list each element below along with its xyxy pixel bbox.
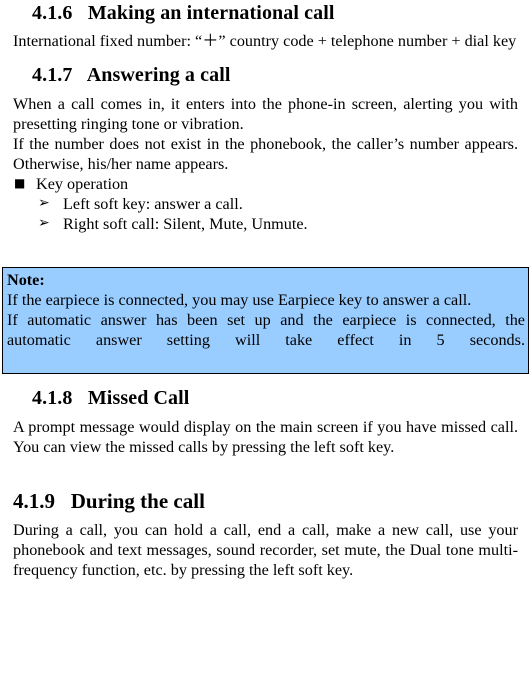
list-item-left-soft-key: ➢ Left soft key: answer a call. <box>13 194 518 214</box>
note-callout-box: Note: If the earpiece is connected, you … <box>2 267 529 375</box>
heading-title: Making an international call <box>87 2 335 24</box>
arrow-bullet-icon: ➢ <box>38 215 50 232</box>
list-item-key-operation: ■ Key operation <box>13 174 518 194</box>
square-bullet-icon: ■ <box>14 175 26 190</box>
heading-title: During the call <box>70 488 205 513</box>
list-item-label: Key operation <box>36 174 129 193</box>
heading-number: 4.1.7 <box>32 64 73 87</box>
heading-number: 4.1.6 <box>32 2 73 24</box>
paragraph-during-call: During a call, you can hold a call, end … <box>13 521 518 580</box>
paragraph-international-number: International fixed number: “＋” country … <box>13 32 517 51</box>
note-line-earpiece: If the earpiece is connected, you may us… <box>7 291 472 310</box>
list-item-right-soft-key: ➢ Right soft call: Silent, Mute, Unmute. <box>13 214 518 234</box>
heading-4-1-9: 4.1.9 During the call <box>13 488 518 514</box>
heading-4-1-6: 4.1.6 Making an international call <box>13 0 518 24</box>
heading-number: 4.1.8 <box>32 387 73 410</box>
note-line-automatic-answer: If automatic answer has been set up and … <box>7 311 525 350</box>
paragraph-incoming-call: When a call comes in, it enters into the… <box>13 94 518 133</box>
list-item-label: Right soft call: Silent, Mute, Unmute. <box>63 215 308 234</box>
heading-number: 4.1.9 <box>13 488 55 513</box>
paragraph-caller-id: If the number does not exist in the phon… <box>13 134 518 173</box>
arrow-bullet-icon: ➢ <box>38 194 50 211</box>
heading-4-1-7: 4.1.7 Answering a call <box>13 64 518 86</box>
note-label: Note: <box>7 271 45 290</box>
document-page: 4.1.6 Making an international call Inter… <box>0 0 531 676</box>
heading-title: Answering a call <box>86 64 231 87</box>
list-item-label: Left soft key: answer a call. <box>63 194 243 213</box>
heading-4-1-8: 4.1.8 Missed Call <box>13 387 518 409</box>
heading-title: Missed Call <box>87 387 190 410</box>
paragraph-missed-call: A prompt message would display on the ma… <box>13 417 518 456</box>
